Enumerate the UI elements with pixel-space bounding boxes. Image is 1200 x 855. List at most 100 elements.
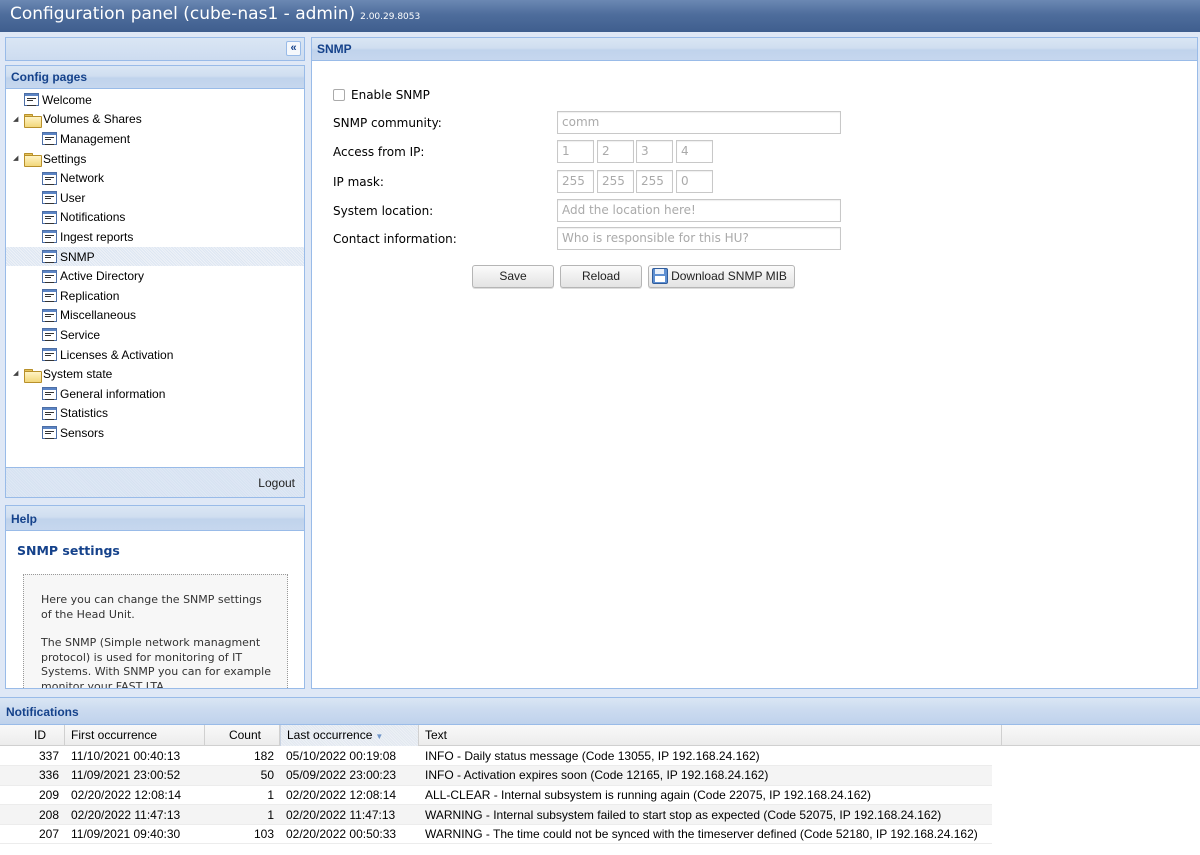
tree-item-settings[interactable]: ◢ Settings xyxy=(6,149,304,169)
enable-snmp-label[interactable]: Enable SNMP xyxy=(351,88,430,102)
access-ip-octet-2[interactable]: 2 xyxy=(597,140,634,163)
column-header-id[interactable]: ID xyxy=(0,725,65,746)
tree-item-miscellaneous[interactable]: Miscellaneous xyxy=(6,306,304,326)
column-header-text[interactable]: Text xyxy=(419,725,1002,746)
cell-last-occurrence: 02/20/2022 11:47:13 xyxy=(280,804,419,825)
tree-item-licenses-activation[interactable]: Licenses & Activation xyxy=(6,345,304,365)
tree-item-label: Miscellaneous xyxy=(60,308,137,323)
tree-item-replication[interactable]: Replication xyxy=(6,286,304,306)
contact-information-input[interactable]: Who is responsible for this HU? xyxy=(557,227,841,250)
notification-row[interactable]: 336 11/09/2021 23:00:52 50 05/09/2022 23:00… xyxy=(0,765,992,786)
tree-item-label: Replication xyxy=(60,288,120,303)
cell-first-occurrence: 02/20/2022 11:47:13 xyxy=(65,804,205,825)
snmp-community-label: SNMP community: xyxy=(333,116,442,130)
notification-row[interactable]: 209 02/20/2022 12:08:14 1 02/20/2022 12:08:… xyxy=(0,785,992,806)
page-icon xyxy=(42,406,57,420)
ip-mask-octet-1[interactable]: 255 xyxy=(557,170,594,193)
tree-item-ingest-reports[interactable]: Ingest reports xyxy=(6,227,304,247)
enable-snmp-checkbox[interactable] xyxy=(333,89,345,101)
tree-item-general-information[interactable]: General information xyxy=(6,384,304,404)
tree-item-label: Notifications xyxy=(60,210,126,225)
column-header-last-occurrence[interactable]: Last occurrence ▼ xyxy=(280,725,419,746)
access-ip-octet-4[interactable]: 4 xyxy=(676,140,713,163)
tree-item-label: Volumes & Shares xyxy=(43,112,142,127)
tree-item-label: Sensors xyxy=(60,425,105,440)
access-ip-octet-1[interactable]: 1 xyxy=(557,140,594,163)
double-chevron-left-icon: « xyxy=(290,42,297,54)
download-snmp-mib-button[interactable]: Download SNMP MIB xyxy=(648,265,795,288)
tree-item-label: System state xyxy=(43,367,113,382)
cell-last-occurrence: 02/20/2022 00:50:33 xyxy=(280,824,419,845)
expand-toggle-icon[interactable]: ◢ xyxy=(13,116,21,124)
column-header-first-occurrence[interactable]: First occurrence xyxy=(65,725,205,746)
ip-mask-octet-2[interactable]: 255 xyxy=(597,170,634,193)
ip-mask-label: IP mask: xyxy=(333,175,384,189)
notification-row[interactable]: 208 02/20/2022 11:47:13 1 02/20/2022 11:47:… xyxy=(0,804,992,825)
notifications-header: ID First occurrence Count Last occurrenc… xyxy=(0,725,1200,746)
cell-id: 337 xyxy=(0,746,65,767)
tree-item-user[interactable]: User xyxy=(6,188,304,208)
tree-item-label: Statistics xyxy=(60,406,109,421)
contact-information-label: Contact information: xyxy=(333,232,457,246)
cell-id: 207 xyxy=(0,824,65,845)
ip-mask-octet-4[interactable]: 0 xyxy=(676,170,713,193)
page-icon xyxy=(42,171,57,185)
tree-item-volumes-shares[interactable]: ◢ Volumes & Shares xyxy=(6,110,304,130)
app-version: 2.00.29.8053 xyxy=(360,12,421,22)
cell-id: 336 xyxy=(0,765,65,786)
expand-toggle-icon[interactable]: ◢ xyxy=(13,370,21,378)
tree-item-label: Settings xyxy=(43,151,87,166)
access-ip-label: Access from IP: xyxy=(333,145,425,159)
help-paragraph: The SNMP (Simple network managment proto… xyxy=(41,636,271,689)
ip-mask-octet-3[interactable]: 255 xyxy=(636,170,673,193)
cell-count: 1 xyxy=(205,804,280,825)
cell-text: ALL-CLEAR - Internal subsystem is runnin… xyxy=(419,785,992,806)
config-footer: Logout xyxy=(6,467,304,497)
snmp-panel-title: SNMP xyxy=(312,38,1197,61)
tree-item-notifications[interactable]: Notifications xyxy=(6,208,304,228)
config-pages-title: Config pages xyxy=(6,66,304,89)
notifications-title: Notifications xyxy=(0,697,1200,725)
page-icon xyxy=(42,328,57,342)
cell-last-occurrence: 05/09/2022 23:00:23 xyxy=(280,765,419,786)
tree-item-snmp[interactable]: SNMP xyxy=(6,246,304,267)
enable-snmp-row: Enable SNMP xyxy=(333,88,430,102)
collapse-sidebar-button[interactable]: « xyxy=(286,41,301,56)
cell-count: 1 xyxy=(205,785,280,806)
access-ip-octet-3[interactable]: 3 xyxy=(636,140,673,163)
tree-item-label: Network xyxy=(60,171,105,186)
logout-button[interactable]: Logout xyxy=(258,476,295,490)
page-icon xyxy=(42,308,57,322)
system-location-input[interactable]: Add the location here! xyxy=(557,199,841,222)
column-header-last-occurrence-label: Last occurrence xyxy=(287,728,373,742)
cell-first-occurrence: 11/10/2021 00:40:13 xyxy=(65,746,205,767)
snmp-community-input[interactable]: comm xyxy=(557,111,841,134)
tree-item-label: Active Directory xyxy=(60,269,145,284)
column-header-count[interactable]: Count xyxy=(205,725,280,746)
tree-item-label: SNMP xyxy=(60,249,95,264)
tree-item-management[interactable]: Management xyxy=(6,129,304,149)
help-content[interactable]: Here you can change the SNMP settings of… xyxy=(23,574,288,689)
cell-last-occurrence: 02/20/2022 12:08:14 xyxy=(280,785,419,806)
snmp-panel: SNMP Enable SNMP SNMP community: comm Ac… xyxy=(311,37,1198,689)
cell-text: WARNING - The time could not be synced w… xyxy=(419,824,992,845)
page-icon xyxy=(42,132,57,146)
tree-item-service[interactable]: Service xyxy=(6,325,304,345)
tree-item-welcome[interactable]: Welcome xyxy=(6,90,304,110)
reload-button[interactable]: Reload xyxy=(560,265,642,288)
west-region-header: « xyxy=(5,37,305,61)
system-location-label: System location: xyxy=(333,204,434,218)
tree-item-sensors[interactable]: Sensors xyxy=(6,423,304,443)
notification-row[interactable]: 337 11/10/2021 00:40:13 182 05/10/2022 00:1… xyxy=(0,746,992,767)
cell-id: 208 xyxy=(0,804,65,825)
folder-open-icon xyxy=(24,152,42,168)
expand-toggle-icon[interactable]: ◢ xyxy=(13,155,21,163)
tree-item-statistics[interactable]: Statistics xyxy=(6,404,304,424)
tree-item-network[interactable]: Network xyxy=(6,168,304,188)
save-button[interactable]: Save xyxy=(472,265,554,288)
tree-item-active-directory[interactable]: Active Directory xyxy=(6,266,304,286)
page-icon xyxy=(42,348,57,362)
notification-row[interactable]: 207 11/09/2021 09:40:30 103 02/20/2022 00:5… xyxy=(0,824,992,845)
tree-item-system-state[interactable]: ◢ System state xyxy=(6,364,304,384)
cell-first-occurrence: 11/09/2021 23:00:52 xyxy=(65,765,205,786)
